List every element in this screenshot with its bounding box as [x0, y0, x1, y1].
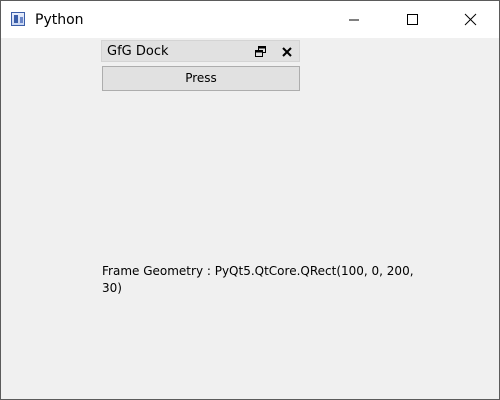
float-icon — [255, 46, 266, 57]
press-button[interactable]: Press — [102, 66, 300, 91]
python-app-icon[interactable] — [11, 12, 25, 26]
close-icon — [464, 13, 477, 26]
minimize-icon — [349, 19, 359, 21]
dock-title-bar[interactable]: GfG Dock — [101, 40, 300, 62]
dock-float-button[interactable] — [254, 44, 268, 58]
dock-title: GfG Dock — [107, 44, 169, 59]
close-icon — [282, 47, 292, 57]
frame-geometry-label: Frame Geometry : PyQt5.QtCore.QRect(100,… — [102, 264, 414, 295]
window-title: Python — [35, 12, 84, 28]
dock-close-button[interactable] — [280, 44, 294, 58]
close-button[interactable] — [447, 1, 493, 38]
title-bar[interactable]: Python — [1, 1, 499, 38]
maximize-button[interactable] — [389, 1, 435, 38]
maximize-icon — [407, 14, 418, 25]
minimize-button[interactable] — [331, 1, 377, 38]
main-window: Python GfG Dock Press Frame Geometry: P… — [0, 0, 500, 400]
